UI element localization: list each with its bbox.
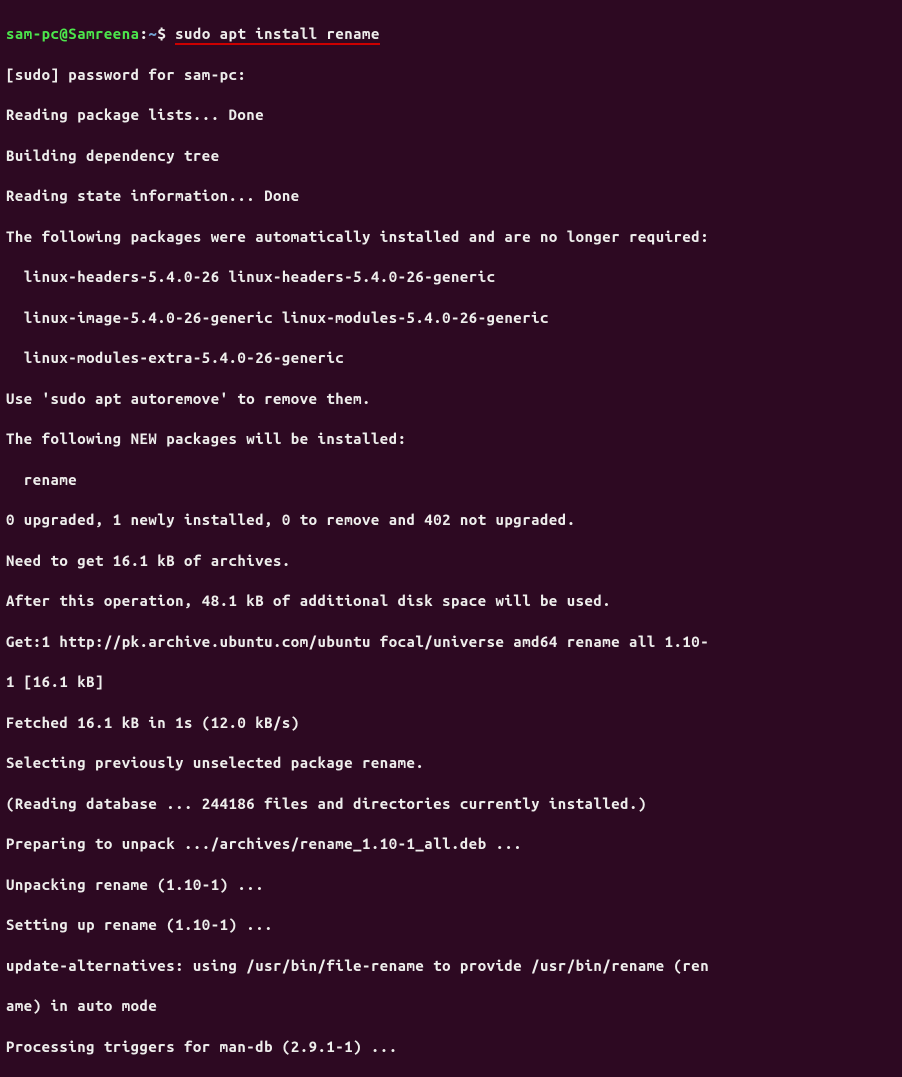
- output-line: 0 upgraded, 1 newly installed, 0 to remo…: [6, 510, 896, 530]
- output-line: Selecting previously unselected package …: [6, 753, 896, 773]
- output-line: Need to get 16.1 kB of archives.: [6, 551, 896, 571]
- output-line: Unpacking rename (1.10-1) ...: [6, 875, 896, 895]
- output-line: linux-image-5.4.0-26-generic linux-modul…: [6, 308, 896, 328]
- output-line: Fetched 16.1 kB in 1s (12.0 kB/s): [6, 713, 896, 733]
- prompt-symbol: $: [157, 25, 166, 42]
- output-line: Building dependency tree: [6, 146, 896, 166]
- terminal-window[interactable]: sam-pc@Samreena:~$ sudo apt install rena…: [6, 4, 896, 1077]
- output-line: 1 [16.1 kB]: [6, 672, 896, 692]
- output-line: The following NEW packages will be insta…: [6, 429, 896, 449]
- output-line: update-alternatives: using /usr/bin/file…: [6, 956, 896, 976]
- output-line: Use 'sudo apt autoremove' to remove them…: [6, 389, 896, 409]
- output-line: Preparing to unpack .../archives/rename_…: [6, 834, 896, 854]
- output-line: linux-headers-5.4.0-26 linux-headers-5.4…: [6, 267, 896, 287]
- output-line: Reading package lists... Done: [6, 105, 896, 125]
- command-text: sudo apt install rename: [175, 25, 380, 45]
- prompt-line: sam-pc@Samreena:~$ sudo apt install rena…: [6, 24, 896, 44]
- output-line: (Reading database ... 244186 files and d…: [6, 794, 896, 814]
- output-line: Get:1 http://pk.archive.ubuntu.com/ubunt…: [6, 632, 896, 652]
- output-line: After this operation, 48.1 kB of additio…: [6, 591, 896, 611]
- output-line: ame) in auto mode: [6, 996, 896, 1016]
- output-line: [sudo] password for sam-pc:: [6, 65, 896, 85]
- prompt-path: ~: [148, 25, 157, 42]
- output-line: The following packages were automaticall…: [6, 227, 896, 247]
- output-line: Setting up rename (1.10-1) ...: [6, 915, 896, 935]
- output-line: rename: [6, 470, 896, 490]
- output-line: Processing triggers for man-db (2.9.1-1)…: [6, 1037, 896, 1057]
- output-line: Reading state information... Done: [6, 186, 896, 206]
- output-line: linux-modules-extra-5.4.0-26-generic: [6, 348, 896, 368]
- prompt-user-host: sam-pc@Samreena: [6, 25, 140, 42]
